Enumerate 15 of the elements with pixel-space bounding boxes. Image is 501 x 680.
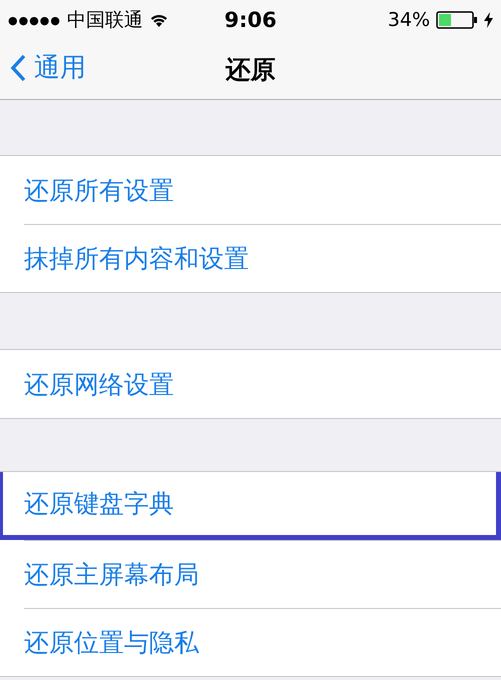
settings-row[interactable]: 还原位置与隐私 [24,608,501,676]
battery-percent: 34% [388,9,430,31]
settings-row[interactable]: 抹掉所有内容和设置 [24,224,501,292]
page-title: 还原 [226,54,276,86]
charging-bolt-icon [484,12,494,28]
settings-row[interactable]: 还原所有设置 [24,156,501,224]
battery-icon [436,11,478,29]
clock-time: 9:06 [224,8,277,32]
carrier-name: 中国联通 [67,8,143,33]
settings-row[interactable]: 还原主屏幕布局 [24,540,501,608]
signal-dots: ●●●●● [8,14,61,26]
settings-row[interactable]: 还原键盘字典 [0,472,501,540]
chevron-left-icon [10,54,26,82]
back-button[interactable]: 通用 [10,50,86,85]
wifi-icon [149,12,169,28]
